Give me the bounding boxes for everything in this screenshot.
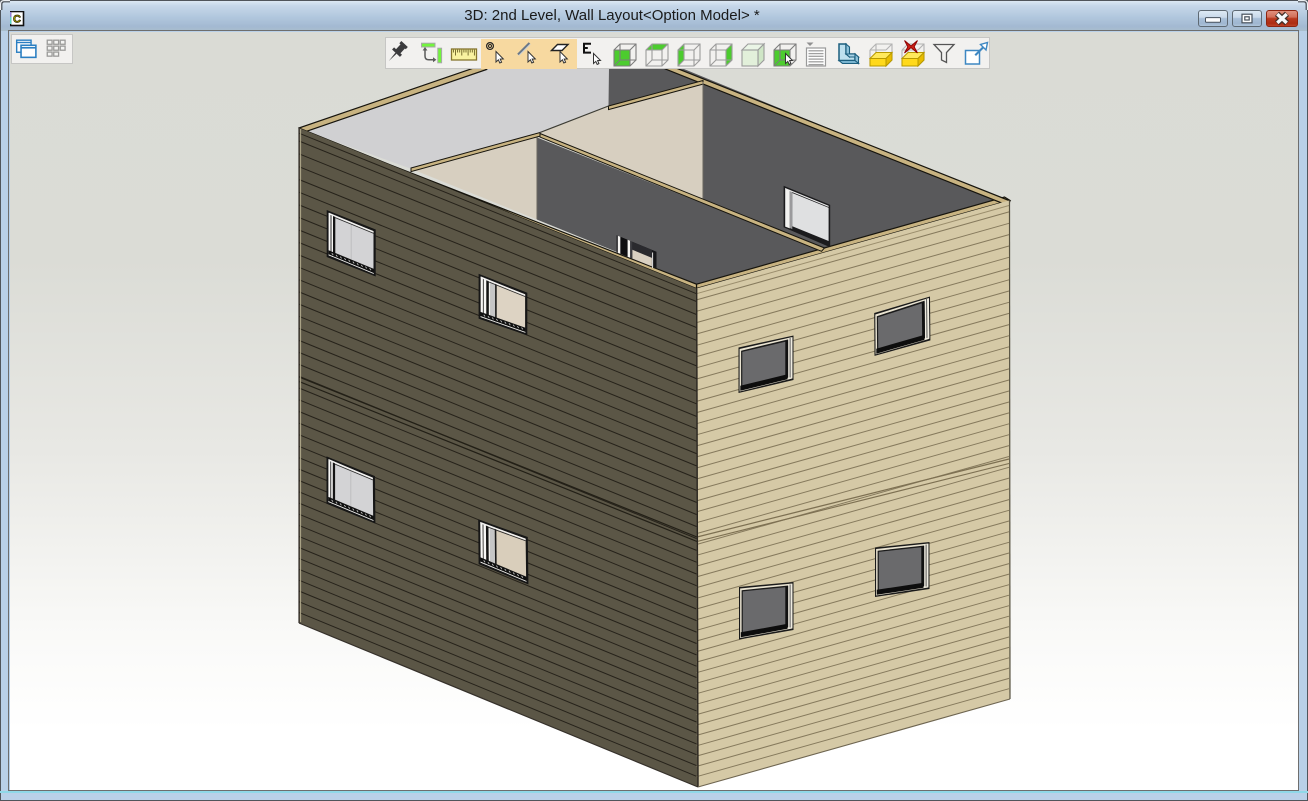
- svg-text:C: C: [13, 14, 21, 26]
